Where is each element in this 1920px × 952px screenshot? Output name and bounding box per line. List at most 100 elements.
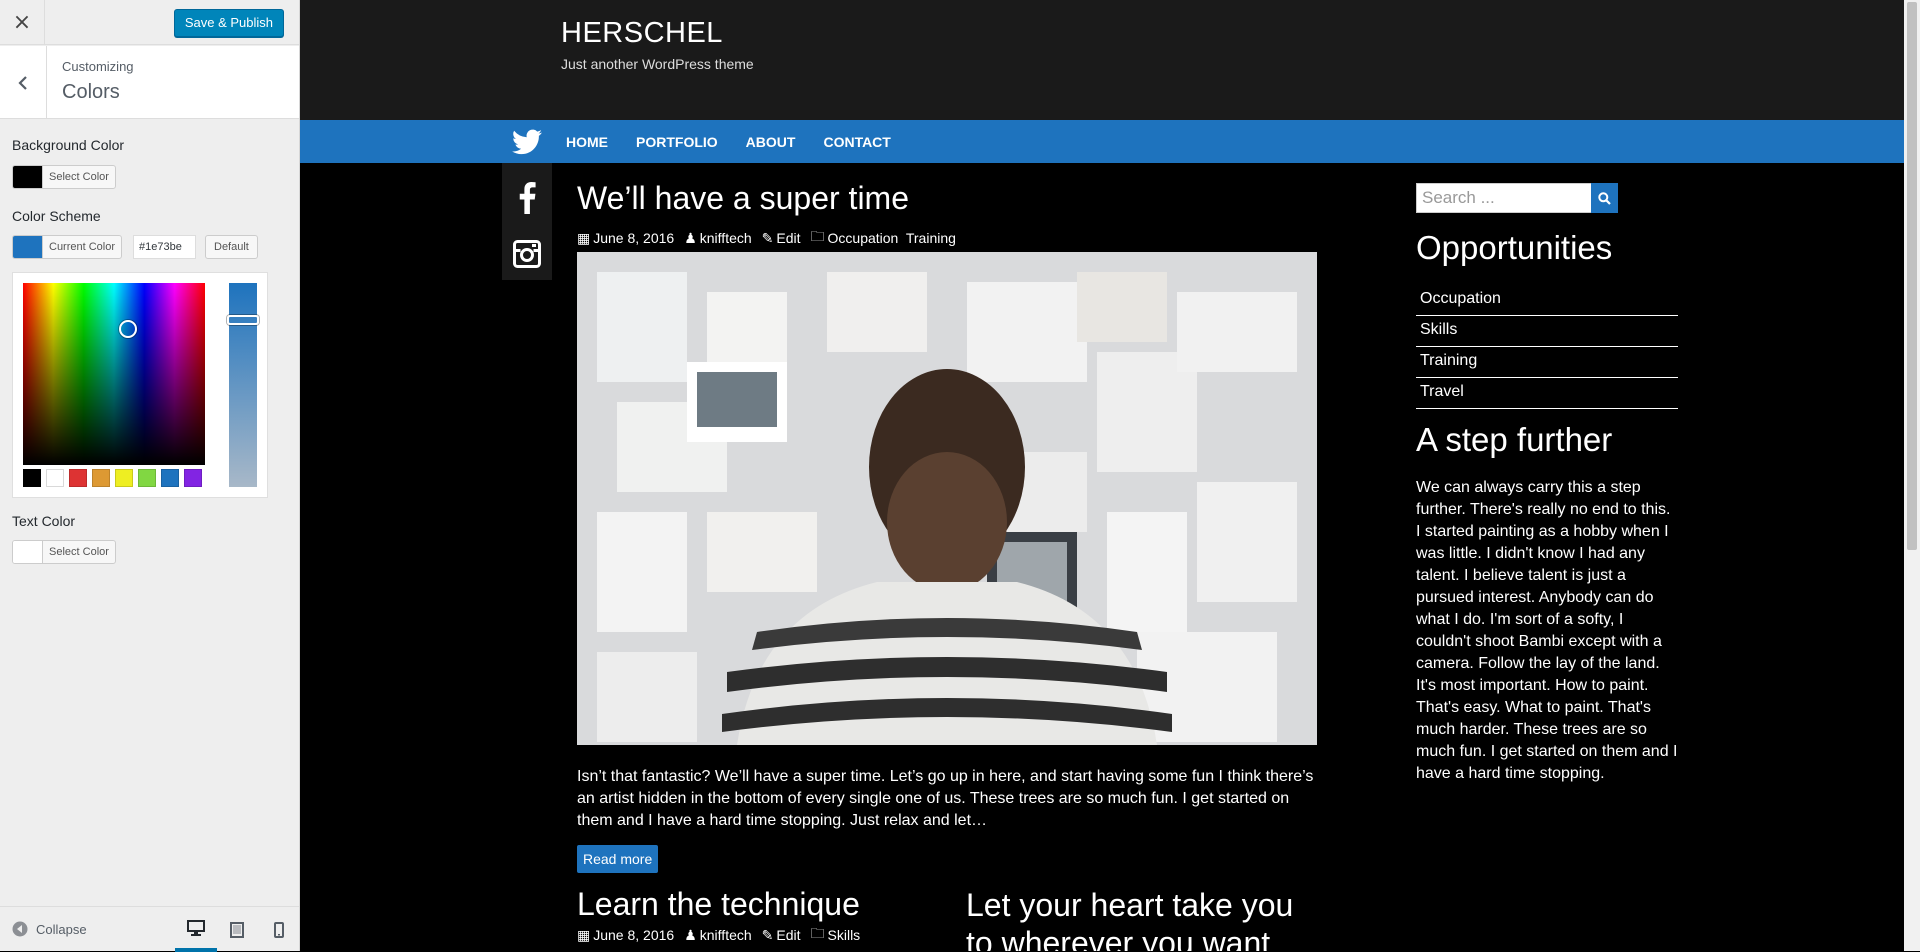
post-edit[interactable]: ✎ Edit [762, 230, 801, 247]
search-icon [1598, 191, 1611, 205]
date-text: June 8, 2016 [593, 927, 675, 943]
close-button[interactable]: × [0, 0, 45, 45]
categories-text: Occupation Training [827, 230, 956, 246]
section-name: Colors [62, 81, 120, 103]
edit-text: Edit [776, 927, 801, 943]
categories-text: Skills [827, 927, 861, 943]
scrollbar-thumb[interactable] [1907, 2, 1917, 550]
social-links [502, 0, 552, 280]
user-icon: ♟ [684, 229, 697, 246]
featured-photo [577, 252, 1317, 745]
post-author[interactable]: ♟ knifftech [684, 927, 751, 944]
widget-list-item[interactable]: Occupation [1416, 285, 1678, 316]
post-meta: ▦ June 8, 2016 ♟ knifftech ✎ Edit 🗀 Occupati… [577, 226, 956, 250]
palette-swatch[interactable] [92, 469, 110, 487]
mobile-preview-button[interactable] [258, 907, 300, 952]
user-icon: ♟ [684, 926, 697, 943]
back-button[interactable] [0, 46, 47, 119]
post-meta: ▦ June 8, 2016 ♟ knifftech ✎ Edit 🗀 Skills [577, 923, 860, 947]
featured-image[interactable] [577, 252, 1317, 745]
post-author[interactable]: ♟ knifftech [684, 230, 751, 247]
color-palette [23, 469, 202, 487]
post-title[interactable]: Learn the technique [577, 886, 860, 923]
site-title[interactable]: HERSCHEL [561, 17, 723, 50]
edit-text: Edit [776, 230, 801, 246]
section-title-bar: Customizing Colors [0, 46, 299, 119]
hue-handle[interactable] [227, 315, 259, 325]
twitter-icon [512, 129, 542, 154]
text-color-swatch [13, 541, 43, 563]
pencil-icon: ✎ [761, 926, 774, 943]
post-categories[interactable]: 🗀 Skills [811, 923, 861, 947]
post-categories[interactable]: 🗀 Occupation Training [811, 226, 956, 250]
facebook-link[interactable] [502, 170, 552, 226]
palette-swatch[interactable] [184, 469, 202, 487]
site-preview: HERSCHEL Just another WordPress theme HO… [300, 0, 1904, 951]
author-text: knifftech [699, 230, 752, 246]
save-publish-button[interactable]: Save & Publish [173, 9, 284, 37]
nav-item-home[interactable]: HOME [566, 134, 608, 150]
twitter-link[interactable] [502, 120, 552, 163]
nav-item-about[interactable]: ABOUT [746, 134, 796, 150]
text-color-label: Text Color [12, 513, 76, 529]
customizer-footer: Collapse [0, 906, 300, 952]
nav-item-portfolio[interactable]: PORTFOLIO [636, 134, 718, 150]
search-button[interactable] [1591, 183, 1618, 213]
saturation-handle[interactable] [119, 320, 137, 338]
desktop-icon [187, 919, 205, 936]
folder-icon: 🗀 [810, 228, 825, 244]
mobile-icon [274, 921, 284, 938]
post-title[interactable]: We’ll have a super time [577, 180, 1317, 217]
site-tagline: Just another WordPress theme [561, 56, 754, 72]
post-date[interactable]: ▦ June 8, 2016 [577, 230, 674, 247]
hex-color-input[interactable]: #1e73be [133, 235, 196, 259]
post-card: Learn the technique ▦ June 8, 2016 ♟ kniff… [577, 886, 860, 947]
post-date[interactable]: ▦ June 8, 2016 [577, 927, 674, 944]
customizer-header: × Save & Publish [0, 0, 299, 45]
current-color-label: Current Color [49, 241, 116, 253]
palette-swatch[interactable] [161, 469, 179, 487]
collapse-button[interactable]: Collapse [12, 921, 87, 937]
search-input[interactable]: Search ... [1416, 183, 1592, 213]
palette-swatch[interactable] [69, 469, 87, 487]
scrollbar[interactable] [1904, 0, 1920, 951]
calendar-icon: ▦ [577, 229, 591, 246]
post-edit[interactable]: ✎ Edit [762, 927, 801, 944]
nav-item-contact[interactable]: CONTACT [823, 134, 890, 150]
tablet-preview-button[interactable] [216, 907, 258, 952]
widget-list-item[interactable]: Training [1416, 347, 1678, 378]
color-scheme-label: Color Scheme [12, 208, 101, 224]
widget-title: Opportunities [1416, 229, 1613, 266]
collapse-label: Collapse [36, 921, 87, 937]
color-scheme-swatch [13, 236, 43, 258]
date-text: June 8, 2016 [593, 230, 675, 246]
nav-menu: HOME PORTFOLIO ABOUT CONTACT [566, 120, 891, 163]
default-color-button[interactable]: Default [205, 235, 258, 259]
post-title[interactable]: Let your heart take you to wherever you … [966, 886, 1326, 951]
color-picker [12, 272, 268, 498]
pencil-icon: ✎ [761, 229, 774, 246]
author-text: knifftech [699, 927, 752, 943]
color-scheme-button[interactable]: Current Color [12, 235, 123, 259]
palette-swatch[interactable] [23, 469, 41, 487]
facebook-icon [519, 182, 536, 214]
customizer-panel: × Save & Publish Customizing Colors Back… [0, 0, 300, 952]
background-color-button[interactable]: Select Color [12, 165, 116, 189]
palette-swatch[interactable] [115, 469, 133, 487]
text-color-button[interactable]: Select Color [12, 540, 116, 564]
hue-strip[interactable] [227, 283, 259, 487]
palette-swatch[interactable] [138, 469, 156, 487]
instagram-link[interactable] [502, 226, 552, 282]
opportunities-list: Occupation Skills Training Travel [1416, 285, 1678, 409]
saturation-square[interactable] [23, 283, 205, 465]
select-color-label: Select Color [49, 546, 109, 558]
desktop-preview-button[interactable] [175, 907, 217, 952]
post-card: Let your heart take you to wherever you … [966, 886, 1326, 951]
read-more-button[interactable]: Read more [577, 845, 659, 873]
select-color-label: Select Color [49, 171, 109, 183]
post-excerpt: Isn’t that fantastic? We’ll have a super… [577, 768, 1314, 829]
palette-swatch[interactable] [46, 469, 64, 487]
widget-list-item[interactable]: Travel [1416, 378, 1678, 409]
widget-text: We can always carry this a step further.… [1416, 479, 1678, 782]
widget-list-item[interactable]: Skills [1416, 316, 1678, 347]
